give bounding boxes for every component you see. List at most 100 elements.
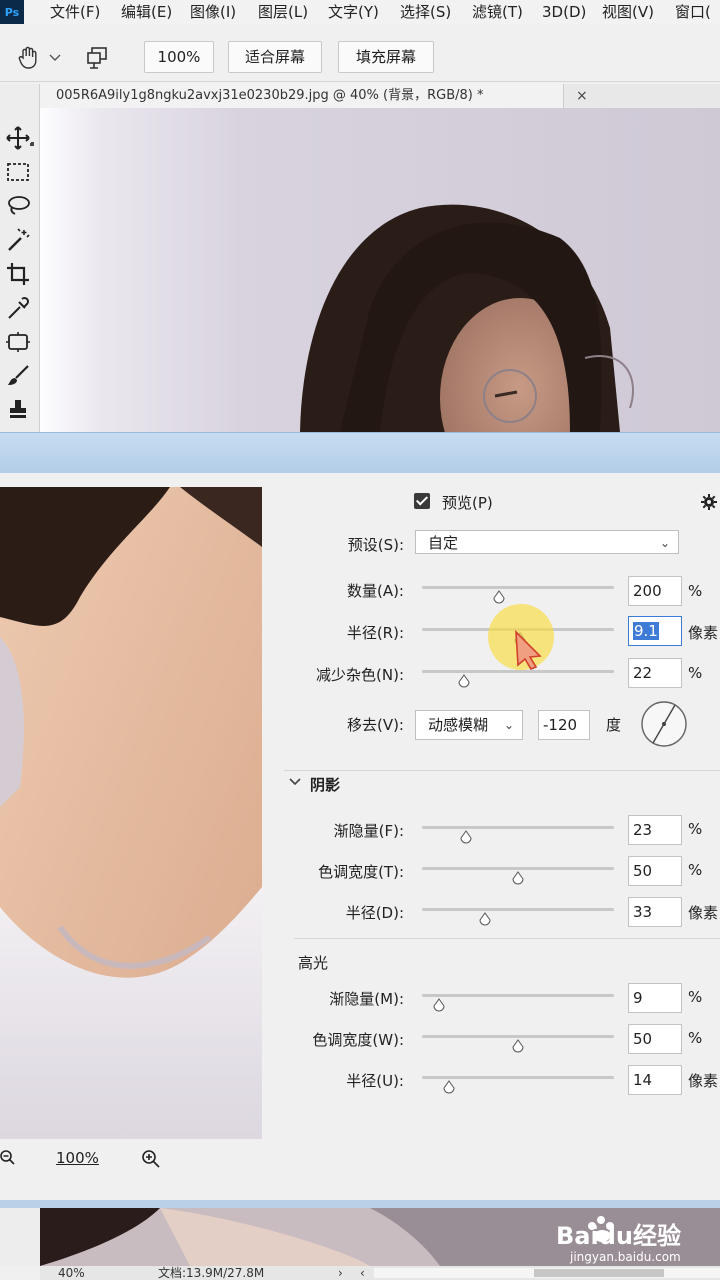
highlights-radius-slider-thumb[interactable] xyxy=(442,1080,456,1094)
marquee-tool-icon[interactable] xyxy=(4,158,32,186)
shadows-section-title: 阴影 xyxy=(310,776,341,794)
preset-select[interactable]: 自定 ⌄ xyxy=(415,530,679,554)
remove-label: 移去(V): xyxy=(346,716,404,734)
angle-input[interactable]: -120 xyxy=(538,710,590,740)
preview-label: 预览(P) xyxy=(442,494,493,512)
angle-unit: 度 xyxy=(606,716,622,734)
angle-dial-icon[interactable] xyxy=(640,700,688,748)
filter-preview-pane[interactable] xyxy=(0,487,262,1139)
highlights-fade-slider-thumb[interactable] xyxy=(432,998,446,1012)
menu-3d[interactable]: 3D(D) xyxy=(542,0,586,24)
patch-tool-icon[interactable] xyxy=(4,328,32,356)
tool-group-indicator xyxy=(30,142,34,146)
highlights-tonal-width-unit: % xyxy=(688,1029,703,1047)
zoom-in-icon[interactable] xyxy=(140,1149,162,1169)
shadows-fade-slider[interactable] xyxy=(422,826,614,829)
menu-filter[interactable]: 滤镜(T) xyxy=(472,0,523,24)
zoom-out-icon[interactable] xyxy=(0,1149,16,1167)
shadows-tonal-width-label: 色调宽度(T): xyxy=(318,863,404,881)
preview-zoom-level[interactable]: 100% xyxy=(56,1149,99,1167)
reduce-noise-slider-thumb[interactable] xyxy=(457,674,471,688)
shadows-tonal-width-slider[interactable] xyxy=(422,867,614,870)
shadows-tonal-width-input[interactable]: 50 xyxy=(628,856,682,886)
fit-screen-button[interactable]: 适合屏幕 xyxy=(228,41,322,73)
amount-label: 数量(A): xyxy=(346,582,404,600)
amount-slider[interactable] xyxy=(422,586,614,589)
amount-slider-thumb[interactable] xyxy=(492,590,506,604)
preview-image xyxy=(0,487,262,1139)
shadows-fade-slider-thumb[interactable] xyxy=(459,830,473,844)
shadows-radius-unit: 像素 xyxy=(688,904,719,922)
preview-checkbox[interactable] xyxy=(414,493,430,509)
close-tab-icon[interactable]: × xyxy=(576,88,588,104)
shadows-radius-input[interactable]: 33 xyxy=(628,897,682,927)
menu-type[interactable]: 文字(Y) xyxy=(328,0,379,24)
preset-label: 预设(S): xyxy=(347,536,404,554)
radius-input[interactable]: 9.1 xyxy=(628,616,682,646)
highlights-fade-input[interactable]: 9 xyxy=(628,983,682,1013)
section-divider xyxy=(284,770,720,771)
menu-view[interactable]: 视图(V) xyxy=(602,0,654,24)
toolbar-lower xyxy=(0,1208,40,1266)
shadows-fade-input[interactable]: 23 xyxy=(628,815,682,845)
lasso-tool-icon[interactable] xyxy=(4,192,32,220)
remove-blur-select[interactable]: 动感模糊 ⌄ xyxy=(415,710,523,740)
zoom-100-button[interactable]: 100% xyxy=(144,41,214,73)
status-zoom[interactable]: 40% xyxy=(58,1266,85,1280)
horizontal-scrollbar[interactable] xyxy=(374,1268,720,1278)
highlights-radius-input[interactable]: 14 xyxy=(628,1065,682,1095)
menu-image[interactable]: 图像(I) xyxy=(190,0,236,24)
highlights-tonal-width-slider[interactable] xyxy=(422,1035,614,1038)
document-tab[interactable]: 005R6A9ily1g8ngku2avxj31e0230b29.jpg @ 4… xyxy=(40,84,564,108)
scrollbar-thumb[interactable] xyxy=(534,1269,664,1277)
scroll-left-arrow[interactable]: ‹ xyxy=(360,1266,365,1280)
tools-panel xyxy=(0,84,40,432)
highlights-radius-label: 半径(U): xyxy=(346,1072,404,1090)
shadows-radius-slider[interactable] xyxy=(422,908,614,911)
menu-select[interactable]: 选择(S) xyxy=(400,0,451,24)
radius-unit: 像素 xyxy=(688,624,719,642)
eyedropper-tool-icon[interactable] xyxy=(4,294,32,322)
menu-bar: Ps 文件(F) 编辑(E) 图像(I) 图层(L) 文字(Y) 选择(S) 滤… xyxy=(0,0,720,24)
remove-blur-value: 动感模糊 xyxy=(428,716,489,734)
amount-input[interactable]: 200 xyxy=(628,576,682,606)
shadows-radius-slider-thumb[interactable] xyxy=(478,912,492,926)
menu-window[interactable]: 窗口( xyxy=(675,0,711,24)
arrange-windows-icon[interactable] xyxy=(84,42,114,72)
reduce-noise-unit: % xyxy=(688,664,703,682)
highlights-fade-slider[interactable] xyxy=(422,994,614,997)
highlights-radius-unit: 像素 xyxy=(688,1072,719,1090)
fill-screen-button[interactable]: 填充屏幕 xyxy=(338,41,434,73)
crop-tool-icon[interactable] xyxy=(4,260,32,288)
highlights-radius-slider[interactable] xyxy=(422,1076,614,1079)
document-tab-strip: 005R6A9ily1g8ngku2avxj31e0230b29.jpg @ 4… xyxy=(40,84,720,108)
photoshop-logo: Ps xyxy=(0,0,24,24)
move-tool-icon[interactable] xyxy=(4,124,32,152)
brush-tool-icon[interactable] xyxy=(4,362,32,390)
collapse-chevron-icon[interactable] xyxy=(288,776,302,788)
reduce-noise-input[interactable]: 22 xyxy=(628,658,682,688)
stamp-tool-icon[interactable] xyxy=(4,396,32,424)
menu-edit[interactable]: 编辑(E) xyxy=(121,0,172,24)
highlights-fade-label: 渐隐量(M): xyxy=(329,990,404,1008)
photo-canvas-image xyxy=(300,204,634,432)
shadows-fade-label: 渐隐量(F): xyxy=(333,822,404,840)
reduce-noise-slider[interactable] xyxy=(422,670,614,673)
radius-value: 9.1 xyxy=(633,622,659,640)
dialog-bottom-border xyxy=(0,1200,720,1208)
document-canvas[interactable] xyxy=(40,108,720,432)
magic-wand-tool-icon[interactable] xyxy=(4,226,32,254)
highlights-tonal-width-input[interactable]: 50 xyxy=(628,1024,682,1054)
chevron-down-icon: ⌄ xyxy=(659,536,670,550)
menu-file[interactable]: 文件(F) xyxy=(50,0,100,24)
settings-gear-icon[interactable] xyxy=(700,493,720,511)
hand-tool-icon[interactable] xyxy=(14,42,44,72)
highlights-section-title: 高光 xyxy=(298,954,329,972)
preset-value: 自定 xyxy=(428,534,459,552)
status-more-arrow[interactable]: › xyxy=(338,1266,343,1280)
chevron-down-icon[interactable] xyxy=(48,42,62,72)
highlights-tonal-width-slider-thumb[interactable] xyxy=(511,1039,525,1053)
options-bar: 100% 适合屏幕 填充屏幕 xyxy=(0,32,720,82)
menu-layer[interactable]: 图层(L) xyxy=(258,0,308,24)
shadows-tonal-width-slider-thumb[interactable] xyxy=(511,871,525,885)
